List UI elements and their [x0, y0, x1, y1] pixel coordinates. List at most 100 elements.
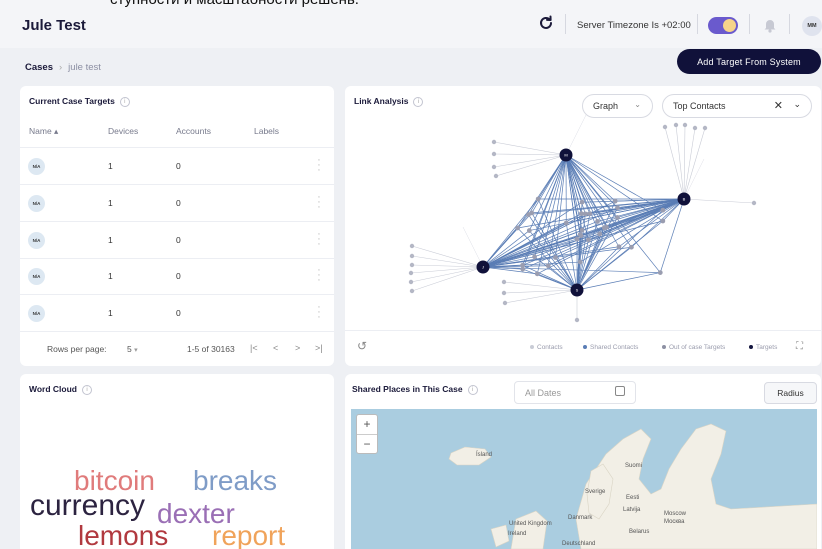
graph-edge: [536, 154, 567, 274]
shared-contact-node[interactable]: [615, 215, 620, 220]
table-row[interactable]: N/A 1 0 · · ·: [20, 148, 334, 184]
shared-contact-node[interactable]: [520, 266, 526, 272]
contact-node[interactable]: [409, 262, 415, 268]
shared-places-map[interactable]: [351, 409, 817, 549]
contact-node[interactable]: [491, 164, 497, 170]
map-land: [448, 423, 817, 549]
more-options-icon[interactable]: · · ·: [316, 155, 322, 176]
shared-contact-node[interactable]: [660, 218, 666, 224]
calendar-icon[interactable]: [615, 386, 625, 396]
contact-node[interactable]: [491, 139, 497, 145]
column-devices: Devices: [108, 126, 139, 136]
shared-contact-node[interactable]: [563, 220, 569, 226]
breadcrumb-cases[interactable]: Cases: [25, 62, 53, 73]
info-icon[interactable]: i: [413, 96, 424, 107]
table-row[interactable]: N/A 1 0 · · ·: [20, 258, 334, 294]
contact-node[interactable]: [501, 279, 507, 285]
shared-contact-node[interactable]: [577, 232, 583, 238]
more-options-icon[interactable]: · · ·: [316, 265, 322, 286]
table-row[interactable]: N/A 1 0 · · ·: [20, 295, 334, 331]
contact-node[interactable]: [491, 151, 497, 157]
shared-contact-node[interactable]: [577, 259, 583, 265]
shared-contact-node[interactable]: [615, 205, 620, 211]
shared-contact-node[interactable]: [660, 207, 666, 213]
radius-button[interactable]: Radius: [764, 382, 817, 404]
more-options-icon[interactable]: · · ·: [316, 229, 322, 250]
divider: [749, 14, 750, 34]
contact-node[interactable]: [702, 125, 708, 131]
zoom-in-button[interactable]: +: [357, 415, 377, 434]
shared-contact-node[interactable]: [532, 254, 537, 260]
bell-icon[interactable]: [763, 17, 777, 33]
fullscreen-icon[interactable]: ⛶: [796, 341, 803, 352]
word-cloud-title: Word Cloud i: [29, 384, 92, 395]
shared-contact-node[interactable]: [574, 236, 580, 242]
shared-contact-node[interactable]: [553, 255, 558, 260]
info-icon[interactable]: i: [119, 96, 130, 107]
graph-nodes: M B J S: [408, 122, 757, 323]
shared-contact-node[interactable]: [526, 228, 532, 233]
add-target-button[interactable]: Add Target From System: [677, 49, 821, 74]
rows-per-page-select[interactable]: 5 ▾: [127, 344, 138, 354]
contact-node[interactable]: [574, 317, 580, 323]
zoom-out-button[interactable]: −: [357, 434, 377, 453]
shared-contact-node[interactable]: [545, 263, 551, 269]
shared-contact-node[interactable]: [586, 237, 591, 243]
next-page-icon[interactable]: >: [295, 343, 300, 353]
shared-contact-node[interactable]: [629, 244, 634, 250]
contact-node[interactable]: [408, 270, 414, 276]
user-avatar[interactable]: MM: [802, 16, 822, 36]
shared-contact-node[interactable]: [604, 224, 609, 230]
shared-contact-node[interactable]: [579, 199, 585, 205]
chevron-down-icon[interactable]: ⌄: [793, 99, 801, 110]
dates-input[interactable]: All Dates: [514, 381, 636, 404]
table-row[interactable]: N/A 1 0 · · ·: [20, 185, 334, 221]
shared-contact-node[interactable]: [595, 219, 600, 224]
shared-contact-node[interactable]: [535, 196, 541, 202]
contact-node[interactable]: [501, 290, 507, 296]
shared-contact-node[interactable]: [529, 210, 535, 216]
last-page-icon[interactable]: >|: [315, 343, 323, 353]
contact-node[interactable]: [493, 173, 499, 179]
shared-contact-node[interactable]: [582, 211, 588, 217]
legend-dot: [749, 345, 753, 350]
shared-contact-node[interactable]: [597, 231, 603, 237]
theme-toggle[interactable]: [708, 17, 738, 34]
contact-node[interactable]: [673, 122, 679, 128]
contact-node[interactable]: [692, 125, 698, 131]
column-name[interactable]: Name ▴: [29, 126, 58, 137]
pagination-range: 1-5 of 30163: [187, 344, 235, 354]
toggle-knob: [723, 19, 736, 32]
info-icon[interactable]: i: [467, 384, 478, 395]
prev-page-icon[interactable]: <: [273, 343, 278, 353]
more-options-icon[interactable]: · · ·: [316, 302, 322, 323]
breadcrumb-separator: ›: [59, 62, 63, 73]
contact-node[interactable]: [409, 243, 415, 249]
refresh-icon[interactable]: [538, 15, 554, 31]
contact-node[interactable]: [502, 300, 508, 306]
shared-contact-node[interactable]: [616, 244, 622, 250]
contact-node[interactable]: [408, 279, 414, 285]
word-currency: currency: [30, 489, 146, 522]
shared-contact-node[interactable]: [612, 198, 618, 204]
graph-edge: [493, 141, 567, 156]
devices-cell: 1: [108, 308, 113, 318]
contact-node[interactable]: [751, 200, 757, 206]
link-graph[interactable]: M B J S: [345, 110, 821, 332]
shared-contact-node[interactable]: [534, 271, 540, 277]
contact-node[interactable]: [409, 253, 415, 259]
target-node-label: S: [576, 288, 579, 293]
contact-node[interactable]: [682, 122, 688, 128]
shared-contact-node[interactable]: [515, 225, 521, 231]
contact-node[interactable]: [662, 124, 668, 130]
shared-contact-node[interactable]: [579, 227, 585, 233]
shared-contact-node[interactable]: [587, 211, 593, 217]
info-icon[interactable]: i: [82, 384, 92, 395]
graph-edge: [504, 289, 578, 304]
more-options-icon[interactable]: · · ·: [316, 192, 322, 213]
contact-node[interactable]: [409, 288, 415, 294]
table-row[interactable]: N/A 1 0 · · ·: [20, 222, 334, 258]
shared-contact-node[interactable]: [657, 270, 663, 275]
reset-icon[interactable]: ↺: [357, 339, 367, 353]
first-page-icon[interactable]: |<: [250, 343, 258, 353]
